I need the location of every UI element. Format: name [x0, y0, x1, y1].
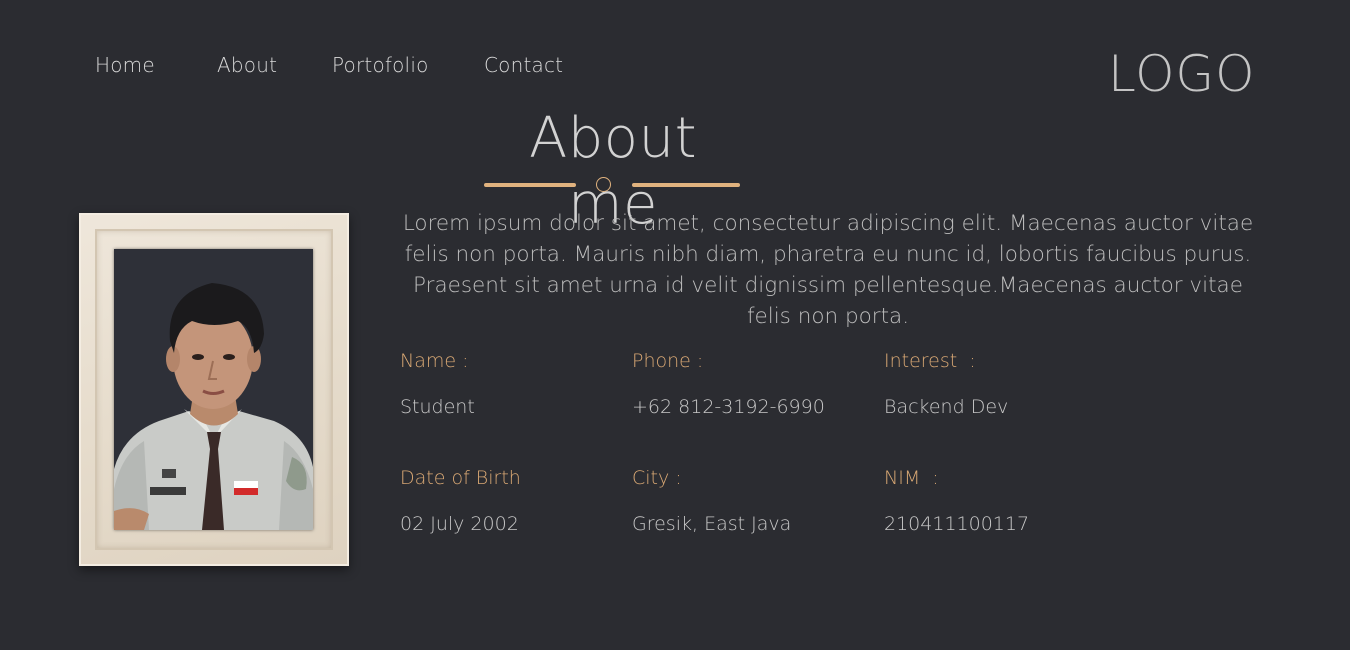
phone-value: +62 812-3192-6990 — [632, 396, 825, 418]
site-logo[interactable]: LOGO — [1108, 44, 1256, 104]
nim-label: NIM : — [884, 467, 939, 489]
divider-line-right — [632, 183, 740, 187]
nav-about-link[interactable]: About — [217, 52, 332, 78]
nav-contact-link[interactable]: Contact — [484, 52, 574, 78]
circle-ring-icon — [596, 177, 611, 192]
divider-line-left — [484, 183, 576, 187]
nav-portofolio-link[interactable]: Portofolio — [332, 52, 484, 78]
nav-home-link[interactable]: Home — [95, 52, 217, 78]
about-description: Lorem ipsum dolor sit amet, consectetur … — [402, 211, 1254, 329]
phone-field: Phone : +62 812-3192-6990 — [632, 349, 825, 419]
interest-value: Backend Dev — [884, 396, 1009, 418]
city-value: Gresik, East Java — [632, 513, 792, 535]
title-divider — [484, 176, 740, 194]
main-nav: Home About Portofolio Contact — [95, 52, 574, 78]
city-field: City : Gresik, East Java — [632, 466, 791, 536]
profile-photo — [114, 249, 313, 530]
phone-label: Phone : — [632, 350, 704, 372]
dob-label: Date of Birth — [400, 467, 521, 489]
name-field: Name : Student — [400, 349, 475, 419]
name-label: Name : — [400, 350, 469, 372]
dob-field: Date of Birth 02 July 2002 — [400, 466, 521, 536]
person-portrait-icon — [114, 249, 313, 530]
interest-label: Interest : — [884, 350, 976, 372]
name-value: Student — [400, 396, 475, 418]
city-label: City : — [632, 467, 682, 489]
nim-field: NIM : 210411100117 — [884, 466, 1029, 536]
dob-value: 02 July 2002 — [400, 513, 519, 535]
nim-value: 210411100117 — [884, 513, 1030, 535]
interest-field: Interest : Backend Dev — [884, 349, 1008, 419]
profile-photo-frame — [79, 213, 349, 566]
